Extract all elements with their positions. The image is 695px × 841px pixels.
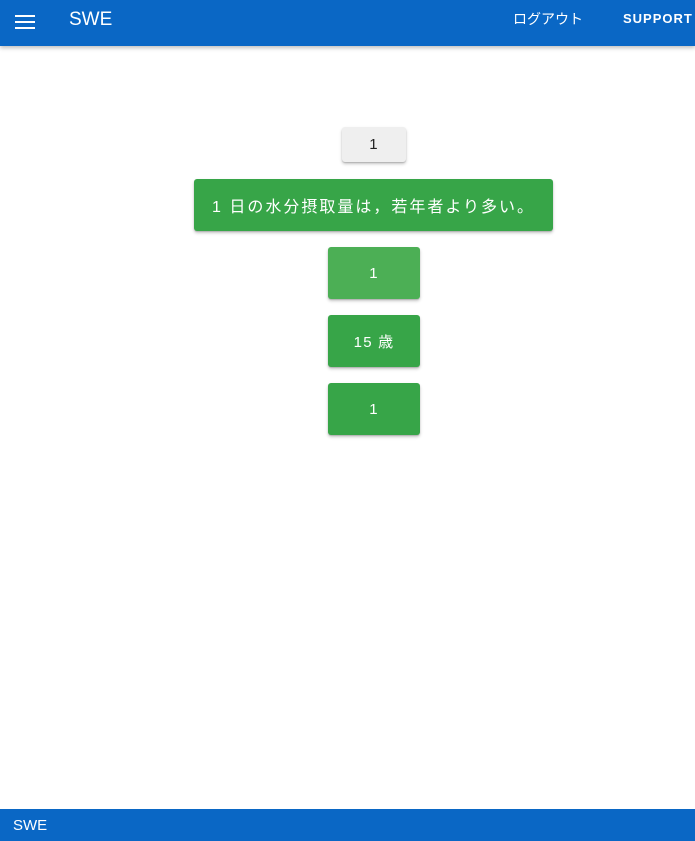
menu-button[interactable] (6, 3, 44, 41)
support-button[interactable]: SUPPORT (623, 10, 693, 28)
question-button[interactable]: 1 日の水分摂取量は，若年者より多い。 (194, 179, 553, 231)
answer-button-3[interactable]: 1 (328, 383, 420, 435)
hamburger-menu-icon (15, 15, 35, 29)
footer-bar: SWE (0, 809, 695, 841)
answer-button-2[interactable]: 15 歳 (328, 315, 420, 367)
footer-text: SWE (13, 817, 48, 834)
question-counter-button[interactable]: 1 (342, 127, 406, 162)
app-title: SWE (69, 9, 113, 30)
app-bar: SWE ログアウト SUPPORT (0, 0, 695, 46)
app-page: SWE ログアウト SUPPORT 1 1 日の水分摂取量は，若年者より多い。 … (0, 0, 695, 841)
logout-button[interactable]: ログアウト (513, 10, 583, 28)
answer-button-1[interactable]: 1 (328, 247, 420, 299)
quiz-content: 1 1 日の水分摂取量は，若年者より多い。 1 15 歳 1 (0, 46, 695, 809)
